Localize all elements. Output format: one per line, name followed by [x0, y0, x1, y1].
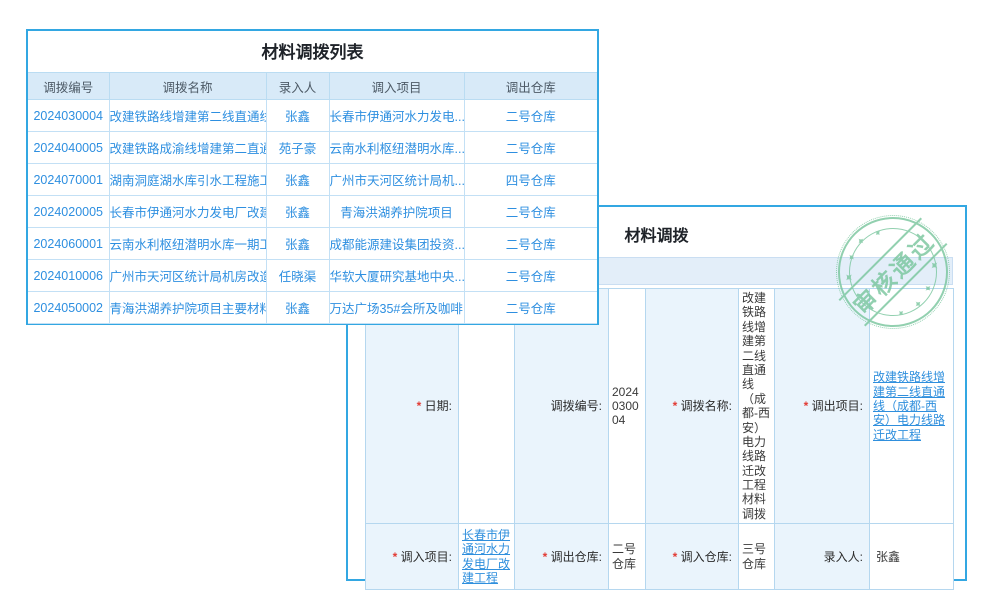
transfer-list-table: 调拨编号 调拨名称 录入人 调入项目 调出仓库 2024030004 改建铁路线… — [28, 72, 597, 324]
col-header-entry-person: 录入人 — [266, 73, 329, 100]
cell-in-project[interactable]: 成都能源建设集团投资... — [329, 228, 464, 260]
material-transfer-list-panel: 材料调拨列表 调拨编号 调拨名称 录入人 调入项目 调出仓库 202403000… — [26, 29, 599, 325]
col-header-in-project: 调入项目 — [329, 73, 464, 100]
cell-transfer-no[interactable]: 2024010006 — [28, 260, 109, 292]
cell-transfer-name[interactable]: 长春市伊通河水力发电厂改建... — [109, 196, 266, 228]
cell-in-project[interactable]: 云南水利枢纽潜明水库... — [329, 132, 464, 164]
table-row[interactable]: 2024020005 长春市伊通河水力发电厂改建... 张鑫 青海洪湖养护院项目… — [28, 196, 597, 228]
out-project-label: 调出项目: — [775, 289, 870, 524]
table-row[interactable]: 2024070001 湖南洞庭湖水库引水工程施工... 张鑫 广州市天河区统计局… — [28, 164, 597, 196]
cell-out-warehouse[interactable]: 二号仓库 — [464, 132, 597, 164]
in-warehouse-label: 调入仓库: — [646, 524, 739, 590]
cell-transfer-name[interactable]: 青海洪湖养护院项目主要材料... — [109, 292, 266, 324]
in-warehouse-value: 三号仓库 — [739, 524, 775, 590]
transfer-name-value: 改建铁路线增建第二线直通线（成都-西安）电力线路迁改工程材料调拨 — [739, 289, 775, 524]
table-row[interactable]: 2024040005 改建铁路成渝线增建第二直通... 苑子豪 云南水利枢纽潜明… — [28, 132, 597, 164]
col-header-out-warehouse: 调出仓库 — [464, 73, 597, 100]
page: 材料调拨 日期: 调拨编号: 2024030004 调拨名称: 改建铁路线增建第… — [0, 0, 1000, 600]
table-row[interactable]: 2024030004 改建铁路线增建第二线直通线... 张鑫 长春市伊通河水力发… — [28, 100, 597, 132]
table-row[interactable]: 2024060001 云南水利枢纽潜明水库一期工... 张鑫 成都能源建设集团投… — [28, 228, 597, 260]
cell-transfer-name[interactable]: 广州市天河区统计局机房改造... — [109, 260, 266, 292]
cell-transfer-no[interactable]: 2024050002 — [28, 292, 109, 324]
out-warehouse-value: 二号仓库 — [609, 524, 646, 590]
col-header-transfer-no: 调拨编号 — [28, 73, 109, 100]
cell-entry-person[interactable]: 张鑫 — [266, 100, 329, 132]
cell-entry-person[interactable]: 张鑫 — [266, 292, 329, 324]
in-project-label: 调入项目: — [366, 524, 459, 590]
cell-in-project[interactable]: 青海洪湖养护院项目 — [329, 196, 464, 228]
cell-transfer-no[interactable]: 2024070001 — [28, 164, 109, 196]
cell-transfer-no[interactable]: 2024040005 — [28, 132, 109, 164]
cell-entry-person[interactable]: 苑子豪 — [266, 132, 329, 164]
table-row[interactable]: 2024010006 广州市天河区统计局机房改造... 任晓渠 华软大厦研究基地… — [28, 260, 597, 292]
col-header-transfer-name: 调拨名称 — [109, 73, 266, 100]
cell-entry-person[interactable]: 任晓渠 — [266, 260, 329, 292]
cell-out-warehouse[interactable]: 二号仓库 — [464, 228, 597, 260]
cell-transfer-name[interactable]: 改建铁路成渝线增建第二直通... — [109, 132, 266, 164]
cell-out-warehouse[interactable]: 二号仓库 — [464, 260, 597, 292]
cell-transfer-no[interactable]: 2024020005 — [28, 196, 109, 228]
cell-entry-person[interactable]: 张鑫 — [266, 228, 329, 260]
cell-out-warehouse[interactable]: 四号仓库 — [464, 164, 597, 196]
cell-transfer-name[interactable]: 云南水利枢纽潜明水库一期工... — [109, 228, 266, 260]
cell-out-warehouse[interactable]: 二号仓库 — [464, 292, 597, 324]
cell-transfer-no[interactable]: 2024030004 — [28, 100, 109, 132]
cell-in-project[interactable]: 广州市天河区统计局机... — [329, 164, 464, 196]
cell-in-project[interactable]: 万达广场35#会所及咖啡... — [329, 292, 464, 324]
cell-entry-person[interactable]: 张鑫 — [266, 196, 329, 228]
out-project-link[interactable]: 改建铁路线增建第二线直通线（成都-西安）电力线路迁改工程 — [873, 370, 945, 442]
entry-person-value: 张鑫 — [870, 524, 954, 590]
cell-in-project[interactable]: 华软大厦研究基地中央... — [329, 260, 464, 292]
table-header-row: 调拨编号 调拨名称 录入人 调入项目 调出仓库 — [28, 73, 597, 100]
list-panel-title: 材料调拨列表 — [28, 31, 597, 72]
transfer-detail-form-table: 日期: 调拨编号: 2024030004 调拨名称: 改建铁路线增建第二线直通线… — [365, 288, 954, 590]
cell-transfer-name[interactable]: 湖南洞庭湖水库引水工程施工... — [109, 164, 266, 196]
transfer-name-label: 调拨名称: — [646, 289, 739, 524]
table-row[interactable]: 2024050002 青海洪湖养护院项目主要材料... 张鑫 万达广场35#会所… — [28, 292, 597, 324]
in-project-link[interactable]: 长春市伊通河水力发电厂改建工程 — [462, 528, 510, 585]
cell-in-project[interactable]: 长春市伊通河水力发电... — [329, 100, 464, 132]
cell-entry-person[interactable]: 张鑫 — [266, 164, 329, 196]
out-warehouse-label: 调出仓库: — [515, 524, 609, 590]
transfer-no-value: 2024030004 — [609, 289, 646, 524]
entry-person-label: 录入人: — [775, 524, 870, 590]
cell-transfer-no[interactable]: 2024060001 — [28, 228, 109, 260]
cell-out-warehouse[interactable]: 二号仓库 — [464, 100, 597, 132]
cell-out-warehouse[interactable]: 二号仓库 — [464, 196, 597, 228]
cell-transfer-name[interactable]: 改建铁路线增建第二线直通线... — [109, 100, 266, 132]
